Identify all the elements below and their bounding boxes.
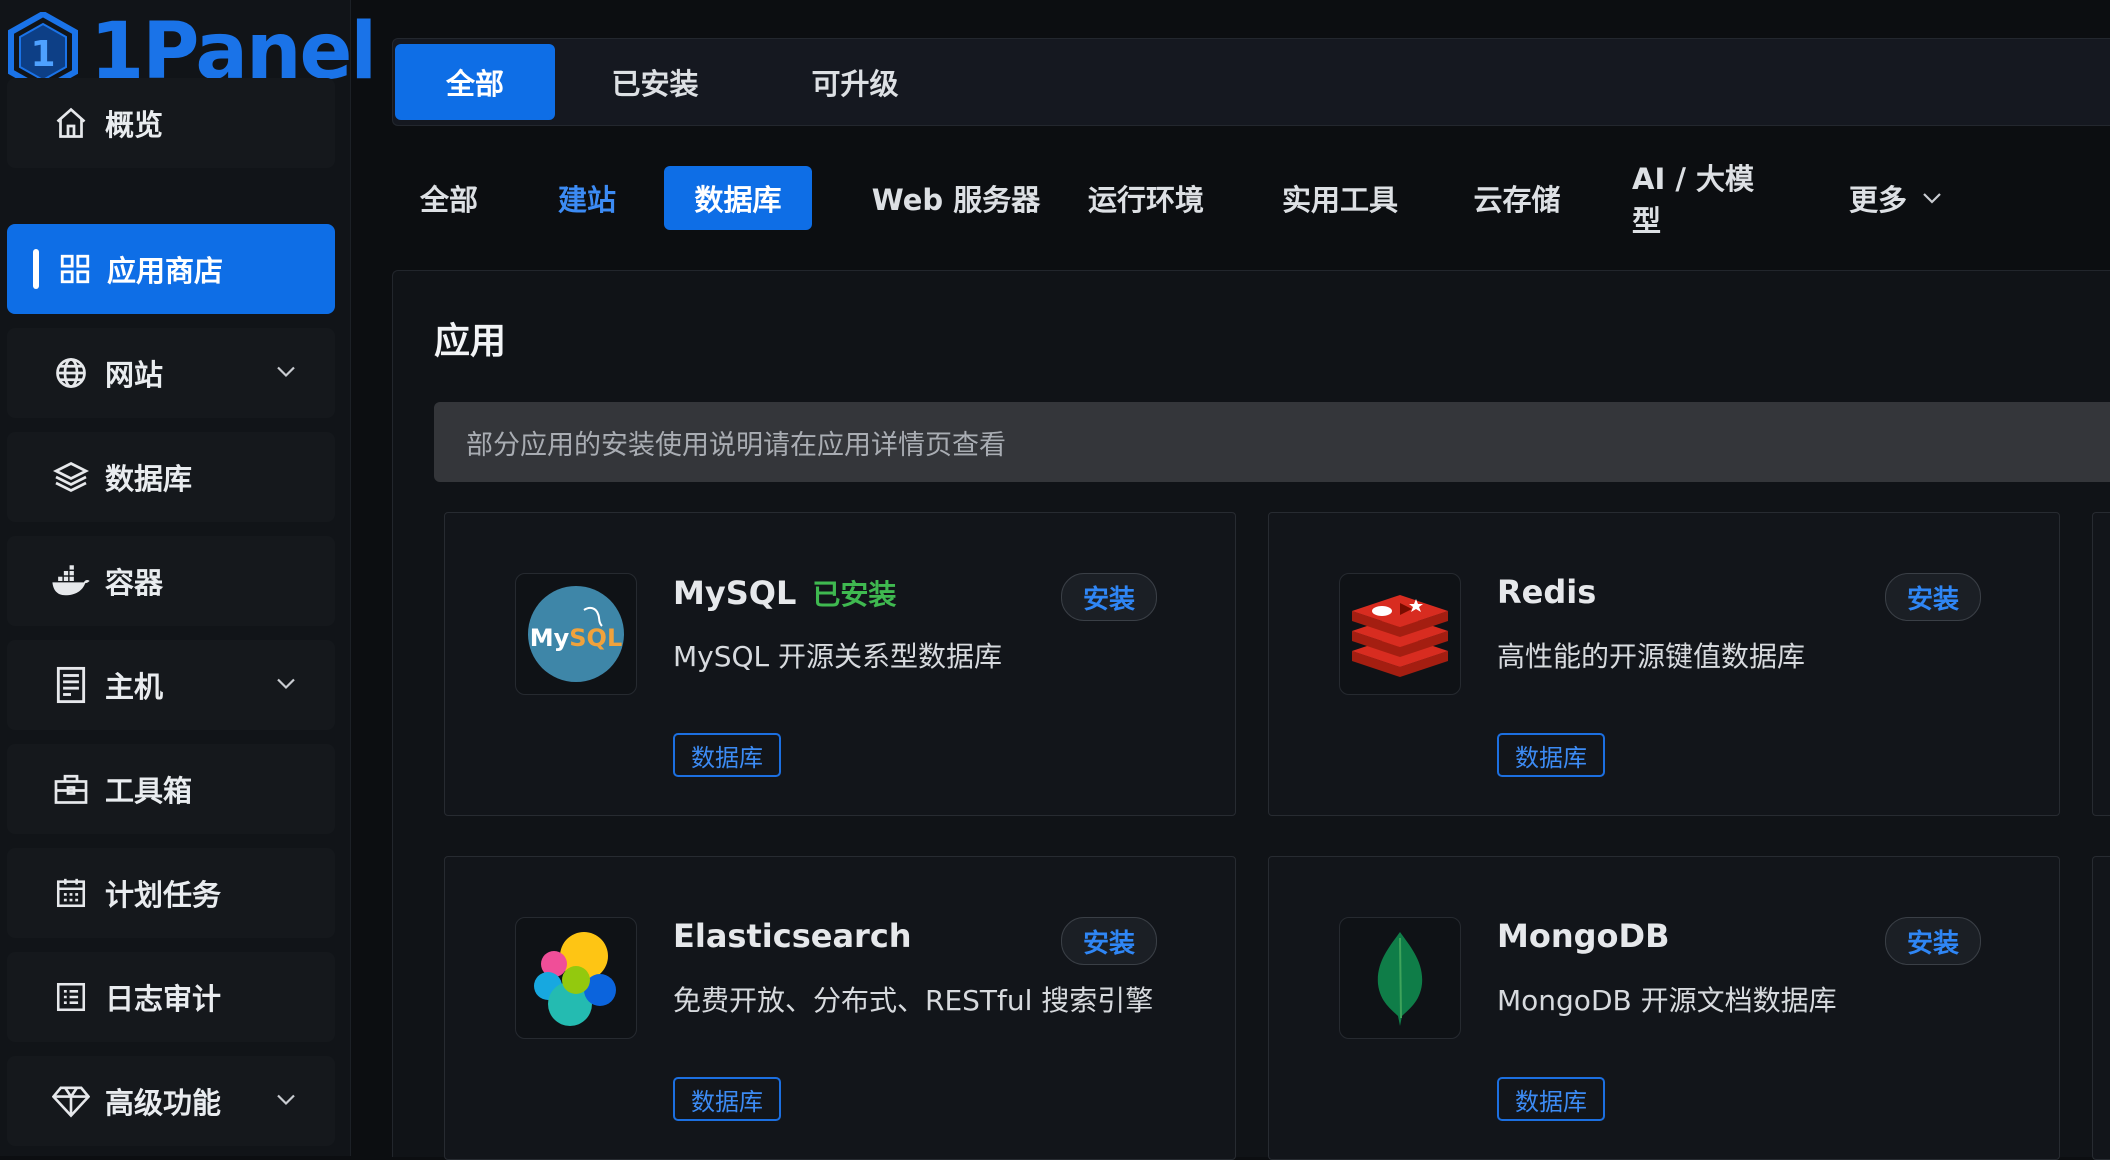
sidebar-item-label: 数据库 bbox=[105, 462, 193, 496]
sidebar-item-label: 计划任务 bbox=[105, 878, 222, 912]
sidebar-item-label: 工具箱 bbox=[105, 774, 193, 808]
elasticsearch-logo-icon bbox=[515, 917, 637, 1039]
notice-text: 部分应用的安装使用说明请在应用详情页查看 bbox=[466, 429, 1006, 461]
app-name: Redis bbox=[1497, 573, 1597, 611]
app-card-elasticsearch[interactable]: Elasticsearch 免费开放、分布式、RESTful 搜索引擎 安装 数… bbox=[444, 856, 1236, 1160]
active-indicator bbox=[33, 249, 39, 289]
svg-text:1: 1 bbox=[30, 34, 55, 75]
calendar-icon bbox=[51, 873, 91, 913]
category-tag: 数据库 bbox=[1497, 733, 1605, 777]
app-name-text: MySQL bbox=[673, 574, 797, 612]
tab-upgradable[interactable]: 可升级 bbox=[775, 44, 935, 120]
chevron-down-icon bbox=[275, 364, 297, 383]
chevron-down-icon bbox=[275, 676, 297, 695]
app-card-partial[interactable] bbox=[2092, 512, 2110, 816]
install-button[interactable]: 安装 bbox=[1885, 917, 1981, 965]
category-tag: 数据库 bbox=[673, 1077, 781, 1121]
install-button[interactable]: 安装 bbox=[1885, 573, 1981, 621]
log-icon bbox=[51, 977, 91, 1017]
sidebar-item-app-store[interactable]: 应用商店 bbox=[7, 224, 335, 314]
app-description: MongoDB 开源文档数据库 bbox=[1497, 984, 1837, 1017]
sidebar-item-overview[interactable]: 概览 bbox=[7, 78, 335, 168]
category-more[interactable]: 更多 bbox=[1846, 166, 1946, 230]
chevron-down-icon bbox=[275, 1092, 297, 1111]
docker-icon bbox=[51, 561, 91, 601]
sidebar-item-logs[interactable]: 日志审计 bbox=[7, 952, 335, 1042]
globe-icon bbox=[51, 353, 91, 393]
mongodb-logo-icon bbox=[1339, 917, 1461, 1039]
top-tab-bar: 全部 已安装 可升级 bbox=[392, 38, 2110, 126]
category-more-label: 更多 bbox=[1848, 183, 1907, 217]
sidebar-item-label: 高级功能 bbox=[105, 1086, 222, 1120]
sidebar-item-advanced[interactable]: 高级功能 bbox=[7, 1056, 335, 1146]
app-description: 高性能的开源键值数据库 bbox=[1497, 640, 1806, 673]
sidebar-item-database[interactable]: 数据库 bbox=[7, 432, 335, 522]
sidebar-item-container[interactable]: 容器 bbox=[7, 536, 335, 626]
app-card-partial[interactable] bbox=[2092, 856, 2110, 1160]
app-description: MySQL 开源关系型数据库 bbox=[673, 640, 1003, 673]
tab-installed[interactable]: 已安装 bbox=[575, 44, 735, 120]
sidebar-item-cron[interactable]: 计划任务 bbox=[7, 848, 335, 938]
redis-logo-icon bbox=[1339, 573, 1461, 695]
app-name: MongoDB bbox=[1497, 917, 1670, 955]
installed-badge: 已安装 bbox=[812, 578, 897, 611]
sidebar-item-toolbox[interactable]: 工具箱 bbox=[7, 744, 335, 834]
category-tag: 数据库 bbox=[1497, 1077, 1605, 1121]
mysql-logo-icon: MySQL bbox=[515, 573, 637, 695]
svg-text:MySQL: MySQL bbox=[530, 624, 623, 652]
page-title: 应用 bbox=[434, 321, 507, 362]
sidebar-item-label: 网站 bbox=[105, 358, 164, 392]
install-button[interactable]: 安装 bbox=[1061, 917, 1157, 965]
category-database[interactable]: 数据库 bbox=[664, 166, 812, 230]
category-ai[interactable]: AI / 大模型 bbox=[1632, 162, 1780, 238]
category-tag: 数据库 bbox=[673, 733, 781, 777]
server-icon bbox=[51, 665, 91, 705]
app-card-mongodb[interactable]: MongoDB MongoDB 开源文档数据库 安装 数据库 bbox=[1268, 856, 2060, 1160]
sidebar-item-label: 日志审计 bbox=[105, 982, 222, 1016]
tab-all[interactable]: 全部 bbox=[395, 44, 555, 120]
sidebar-item-label: 概览 bbox=[105, 108, 164, 142]
sidebar-item-host[interactable]: 主机 bbox=[7, 640, 335, 730]
install-button[interactable]: 安装 bbox=[1061, 573, 1157, 621]
notice-banner: 部分应用的安装使用说明请在应用详情页查看 bbox=[434, 402, 2110, 482]
sidebar-item-label: 容器 bbox=[105, 566, 164, 600]
app-name: MySQL 已安装 bbox=[673, 573, 896, 613]
sidebar-item-label: 应用商店 bbox=[107, 254, 224, 288]
category-web-server[interactable]: Web 服务器 bbox=[858, 166, 1054, 230]
app-description: 免费开放、分布式、RESTful 搜索引擎 bbox=[673, 984, 1154, 1017]
category-tools[interactable]: 实用工具 bbox=[1278, 166, 1402, 230]
category-cloud-storage[interactable]: 云存储 bbox=[1470, 166, 1564, 230]
home-icon bbox=[51, 103, 91, 143]
app-name: Elasticsearch bbox=[673, 917, 912, 955]
category-runtime[interactable]: 运行环境 bbox=[1086, 166, 1206, 230]
sidebar-item-label: 主机 bbox=[105, 670, 164, 704]
sidebar: 1 1Panel 概览 应用商店 网站 数据库 容器 主机 工具箱 计划任务 日… bbox=[0, 0, 377, 1156]
category-website[interactable]: 建站 bbox=[552, 166, 622, 230]
category-all[interactable]: 全部 bbox=[414, 166, 484, 230]
grid-icon bbox=[55, 249, 95, 289]
layers-icon bbox=[51, 457, 91, 497]
app-card-redis[interactable]: Redis 高性能的开源键值数据库 安装 数据库 bbox=[1268, 512, 2060, 816]
diamond-icon bbox=[51, 1081, 91, 1121]
toolbox-icon bbox=[51, 769, 91, 809]
chevron-down-icon bbox=[1921, 191, 1943, 205]
sidebar-item-website[interactable]: 网站 bbox=[7, 328, 335, 418]
app-card-mysql[interactable]: MySQL MySQL 已安装 MySQL 开源关系型数据库 安装 数据库 bbox=[444, 512, 1236, 816]
